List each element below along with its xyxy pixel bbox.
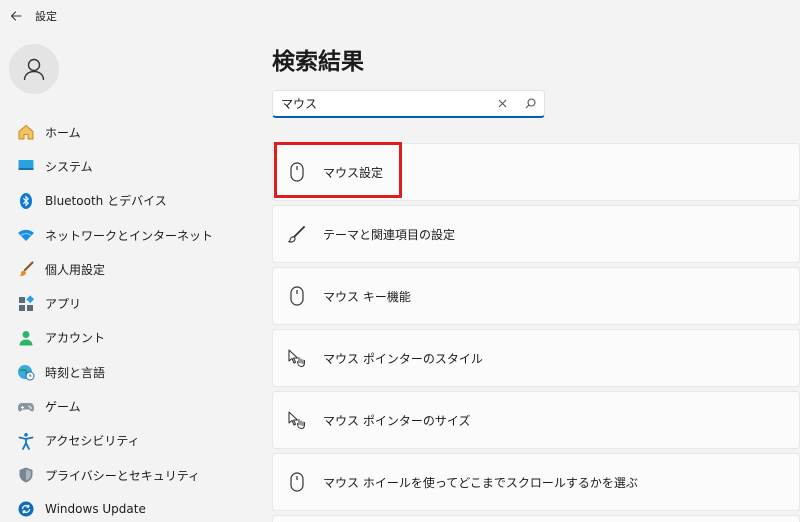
result-label: マウス ポインターのサイズ xyxy=(323,413,471,428)
result-mouse-settings[interactable]: マウス設定 xyxy=(272,143,800,201)
clear-search-button[interactable] xyxy=(488,92,516,116)
system-icon xyxy=(16,156,36,176)
sidebar-item-system[interactable]: システム xyxy=(0,149,250,183)
gamepad-icon xyxy=(16,397,36,417)
pointer-icon xyxy=(286,409,308,431)
globe-clock-icon xyxy=(16,362,36,382)
back-button[interactable] xyxy=(0,0,32,32)
user-icon xyxy=(23,58,45,81)
sidebar-item-label: ゲーム xyxy=(45,400,81,415)
mouse-icon xyxy=(286,161,308,183)
accessibility-icon xyxy=(16,431,36,451)
main-content: 検索結果 マウス設定 テーマと関連項目の設定 マウス キー機能 xyxy=(272,32,800,522)
avatar[interactable] xyxy=(9,44,59,94)
sidebar-item-label: ホーム xyxy=(45,125,81,140)
sidebar-item-apps[interactable]: アプリ xyxy=(0,286,250,320)
search-icon xyxy=(525,98,536,109)
result-pointer-style[interactable]: マウス ポインターのスタイル xyxy=(272,329,800,387)
search-results: マウス設定 テーマと関連項目の設定 マウス キー機能 マウス ポインターのスタイ… xyxy=(272,143,800,515)
result-wheel-scroll[interactable]: マウス ホイールを使ってどこまでスクロールするかを選ぶ xyxy=(272,453,800,511)
pointer-icon xyxy=(286,347,308,369)
sidebar-item-label: 個人用設定 xyxy=(45,262,106,277)
sidebar-item-home[interactable]: ホーム xyxy=(0,115,250,149)
result-partial[interactable] xyxy=(272,515,800,522)
result-label: マウス キー機能 xyxy=(323,289,411,304)
account-icon xyxy=(16,328,36,348)
sidebar-item-label: プライバシーとセキュリティ xyxy=(45,468,201,483)
result-theme-settings[interactable]: テーマと関連項目の設定 xyxy=(272,205,800,263)
result-pointer-size[interactable]: マウス ポインターのサイズ xyxy=(272,391,800,449)
pen-icon xyxy=(286,223,308,245)
sidebar-item-privacy[interactable]: プライバシーとセキュリティ xyxy=(0,458,250,492)
sidebar-item-label: Bluetooth とデバイス xyxy=(45,194,167,209)
sidebar-item-personalization[interactable]: 個人用設定 xyxy=(0,252,250,286)
sidebar-item-label: Windows Update xyxy=(45,502,146,517)
mouse-icon xyxy=(286,471,308,493)
result-label: マウス設定 xyxy=(323,165,384,180)
apps-icon xyxy=(16,294,36,314)
home-icon xyxy=(16,122,36,142)
result-mouse-keys[interactable]: マウス キー機能 xyxy=(272,267,800,325)
sidebar: ホーム システム Bluetooth とデバイス ネットワークとインターネット … xyxy=(0,32,250,522)
sidebar-item-label: アカウント xyxy=(45,331,106,346)
sidebar-item-bluetooth[interactable]: Bluetooth とデバイス xyxy=(0,184,250,218)
network-icon xyxy=(16,225,36,245)
sidebar-item-gaming[interactable]: ゲーム xyxy=(0,389,250,423)
window-title: 設定 xyxy=(35,10,57,23)
sidebar-item-network[interactable]: ネットワークとインターネット xyxy=(0,218,250,252)
search-button[interactable] xyxy=(516,92,544,116)
search-input[interactable] xyxy=(273,91,488,116)
sidebar-item-label: アクセシビリティ xyxy=(45,434,140,449)
update-icon xyxy=(16,499,36,519)
sidebar-item-accessibility[interactable]: アクセシビリティ xyxy=(0,424,250,458)
sidebar-item-label: システム xyxy=(45,159,93,174)
sidebar-item-windows-update[interactable]: Windows Update xyxy=(0,492,250,522)
close-icon xyxy=(498,99,506,108)
sidebar-item-time-language[interactable]: 時刻と言語 xyxy=(0,355,250,389)
page-title: 検索結果 xyxy=(272,49,364,75)
sidebar-item-accounts[interactable]: アカウント xyxy=(0,321,250,355)
mouse-icon xyxy=(286,285,308,307)
brush-icon xyxy=(16,259,36,279)
search-box[interactable] xyxy=(272,90,545,118)
result-label: マウス ホイールを使ってどこまでスクロールするかを選ぶ xyxy=(323,475,638,490)
shield-icon xyxy=(16,465,36,485)
sidebar-item-label: 時刻と言語 xyxy=(45,365,106,380)
title-bar: 設定 xyxy=(0,0,800,32)
sidebar-item-label: ネットワークとインターネット xyxy=(45,228,214,243)
result-label: マウス ポインターのスタイル xyxy=(323,351,483,366)
back-arrow-icon xyxy=(10,11,22,21)
result-label: テーマと関連項目の設定 xyxy=(323,227,456,242)
sidebar-item-label: アプリ xyxy=(45,297,82,312)
sidebar-nav: ホーム システム Bluetooth とデバイス ネットワークとインターネット … xyxy=(0,115,250,522)
bluetooth-icon xyxy=(16,191,36,211)
